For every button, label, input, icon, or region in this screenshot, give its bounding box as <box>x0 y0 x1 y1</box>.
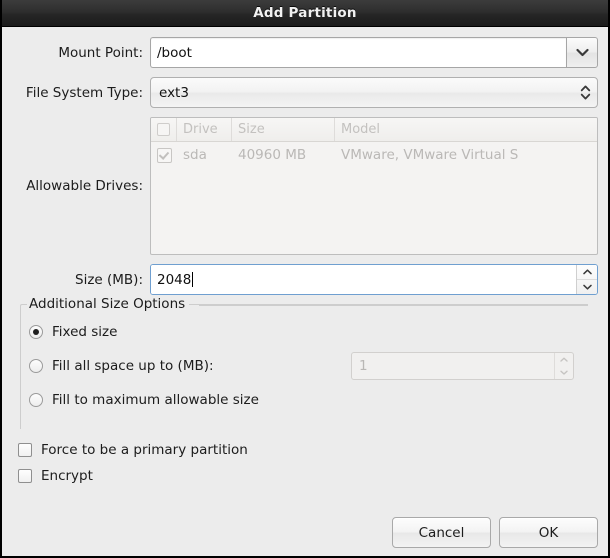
radio-fill-max-icon[interactable] <box>29 393 43 407</box>
caret-down-icon <box>582 284 592 290</box>
drive-row-model: VMware, VMware Virtual S <box>341 147 519 163</box>
size-mb-input-wrap[interactable]: 2048 <box>151 265 576 294</box>
fill-all-space-decrement-button <box>555 366 573 379</box>
mount-point-dropdown-button[interactable] <box>566 37 598 68</box>
allowable-drives-row: Allowable Drives: Drive Size Model sda 4… <box>12 117 598 255</box>
size-mb-label: Size (MB): <box>75 271 143 288</box>
force-primary-partition-row[interactable]: Force to be a primary partition <box>18 437 598 463</box>
encrypt-checkbox[interactable] <box>18 469 32 483</box>
group-frame-line <box>199 305 588 306</box>
dialog-content: Mount Point: /boot File System Type: ext… <box>2 27 608 556</box>
allowable-drives-list[interactable]: Drive Size Model sda 40960 MB VMware, VM… <box>150 117 598 255</box>
drive-list-header: Drive Size Model <box>151 118 597 142</box>
mount-point-row: Mount Point: /boot <box>12 37 598 68</box>
column-header-model[interactable]: Model <box>335 118 597 141</box>
radio-fill-max-label: Fill to maximum allowable size <box>52 392 259 408</box>
option-fill-max[interactable]: Fill to maximum allowable size <box>29 385 588 415</box>
column-header-drive[interactable]: Drive <box>177 118 232 141</box>
radio-fixed-size-icon[interactable] <box>29 325 43 339</box>
text-cursor <box>192 272 194 287</box>
caret-up-icon <box>560 357 568 362</box>
size-mb-decrement-button[interactable] <box>577 280 597 294</box>
file-system-type-value: ext3 <box>159 84 189 101</box>
table-row[interactable]: sda 40960 MB VMware, VMware Virtual S <box>151 142 597 168</box>
title-bar: Add Partition <box>2 0 608 27</box>
add-partition-dialog: Add Partition Mount Point: /boot File Sy… <box>0 0 610 558</box>
mount-point-label: Mount Point: <box>58 44 143 61</box>
ok-button[interactable]: OK <box>499 517 598 548</box>
up-down-arrow-icon <box>580 85 591 100</box>
column-header-select-all[interactable] <box>151 118 177 141</box>
size-mb-spin-buttons[interactable] <box>576 265 597 294</box>
dialog-button-bar: Cancel OK <box>392 517 598 548</box>
size-mb-field: 2048 <box>150 264 598 295</box>
additional-size-options-title: Additional Size Options <box>27 296 190 312</box>
radio-fill-all-space-icon[interactable] <box>29 359 43 373</box>
fill-all-space-increment-button <box>555 353 573 366</box>
option-fill-all-space[interactable]: Fill all space up to (MB): 1 <box>29 351 588 381</box>
additional-size-options-body: Fixed size Fill all space up to (MB): 1 <box>21 317 588 415</box>
mount-point-field: /boot <box>150 37 598 68</box>
caret-down-icon <box>560 370 568 375</box>
size-mb-spinner[interactable]: 2048 <box>150 264 598 295</box>
allowable-drives-label: Allowable Drives: <box>26 178 143 194</box>
column-header-size[interactable]: Size <box>232 118 335 141</box>
checkmark-icon <box>156 147 172 163</box>
chevron-down-icon <box>575 48 589 57</box>
encrypt-label: Encrypt <box>41 468 93 484</box>
select-all-checkbox-icon[interactable] <box>157 123 170 136</box>
fill-all-space-input: 1 <box>359 358 368 374</box>
size-mb-increment-button[interactable] <box>577 265 597 280</box>
size-mb-input[interactable]: 2048 <box>157 272 191 288</box>
mount-point-input[interactable]: /boot <box>150 37 566 68</box>
file-system-type-select[interactable]: ext3 <box>150 77 598 108</box>
fill-all-space-spinner: 1 <box>351 352 574 380</box>
caret-up-icon <box>582 269 592 275</box>
file-system-type-label: File System Type: <box>25 84 143 101</box>
force-primary-partition-label: Force to be a primary partition <box>41 442 248 458</box>
additional-size-options-group: Additional Size Options Fixed size Fill … <box>20 296 588 429</box>
size-mb-row: Size (MB): 2048 <box>12 264 598 295</box>
option-fixed-size[interactable]: Fixed size <box>29 317 588 347</box>
drive-row-name: sda <box>183 147 207 163</box>
drive-row-size: 40960 MB <box>238 147 307 163</box>
window-title: Add Partition <box>253 5 357 21</box>
fill-all-space-spin-buttons <box>554 353 573 379</box>
file-system-type-row: File System Type: ext3 <box>12 77 598 108</box>
mount-point-combo[interactable]: /boot <box>150 37 598 68</box>
cancel-button[interactable]: Cancel <box>392 517 491 548</box>
radio-fill-all-space-label: Fill all space up to (MB): <box>52 358 214 374</box>
force-primary-partition-checkbox[interactable] <box>18 443 32 457</box>
radio-fixed-size-label: Fixed size <box>52 324 118 340</box>
file-system-type-field: ext3 <box>150 77 598 108</box>
encrypt-row[interactable]: Encrypt <box>18 463 598 489</box>
drive-row-checkbox[interactable] <box>151 142 177 168</box>
